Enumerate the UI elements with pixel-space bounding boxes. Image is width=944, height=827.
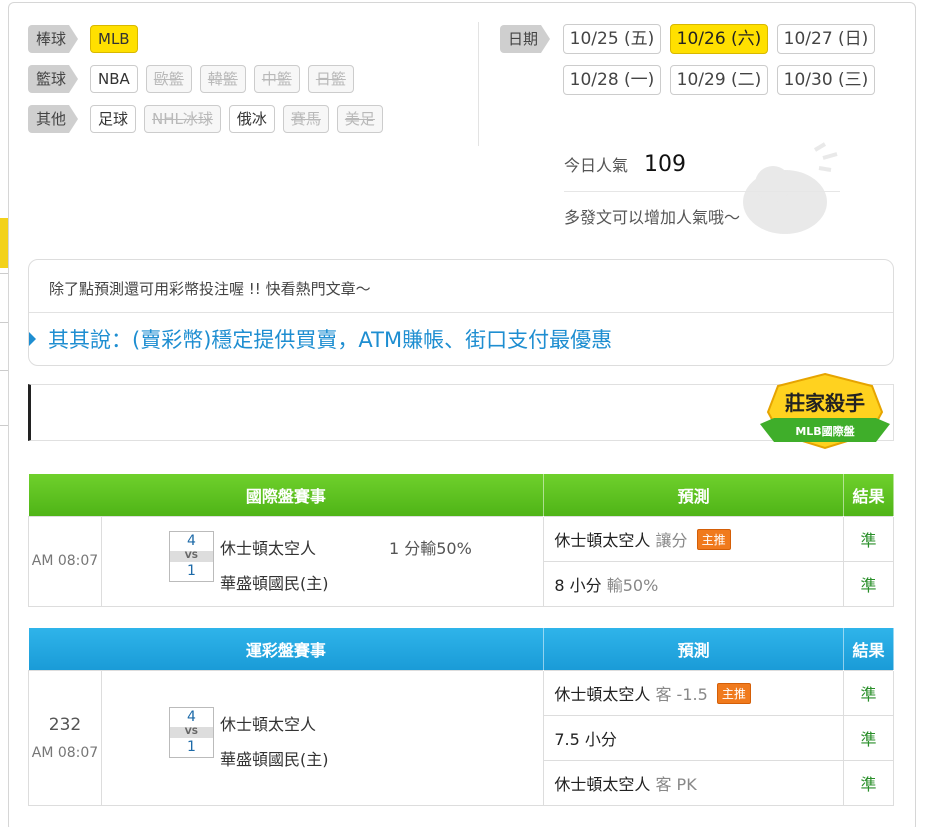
prediction-sub: 客 PK [655,774,697,794]
result-cell: 準 [843,714,894,761]
chip-korea-basketball: 韓籃 [199,65,246,93]
prediction-cell: 休士頓太空人 讓分 主推 [543,515,845,562]
prediction-sub: 讓分 [655,530,688,550]
col-header-prediction: 預測 [543,628,845,670]
col-header-result: 結果 [843,628,894,670]
dealer-killer-badge: 莊家殺手 MLB國際盤 [760,372,890,450]
edge-line [0,273,8,274]
vs-label: VS [169,726,213,738]
match-time: 232 AM 08:07 [28,669,102,806]
home-score: 1 [186,738,196,755]
category-row-basketball: 籃球 NBA 歐籃 韓籃 中籃 日籃 [28,65,362,93]
result-cell: 準 [843,759,894,806]
badge-subtitle: MLB國際盤 [795,424,855,438]
arrow-right-icon [29,332,36,346]
date-chip[interactable]: 10/29 (二) [670,65,768,95]
hot-article-link[interactable]: 其其說：(賣彩幣)穩定提供買賣，ATM賺帳、街口支付最優惠 [29,313,893,365]
prediction-main: 7.5 小分 [554,729,617,749]
recommend-tag: 主推 [696,528,731,550]
date-chip[interactable]: 10/30 (三) [777,65,875,95]
badge-title: 莊家殺手 [785,391,865,415]
date-chip[interactable]: 10/28 (一) [563,65,661,95]
prediction-main: 休士頓太空人 [554,530,651,550]
left-edge [0,0,16,827]
date-label-wrap: 日期 [500,25,562,53]
date-chip-selected[interactable]: 10/26 (六) [670,24,768,54]
chip-soccer[interactable]: 足球 [90,105,137,133]
table-header: 國際盤賽事 預測 結果 [28,474,894,516]
sport-lottery-table: 運彩盤賽事 預測 結果 232 AM 08:07 4 VS 1 休士頓太空人 華… [28,628,894,806]
date-chip[interactable]: 10/25 (五) [563,24,661,54]
intl-match-table: 國際盤賽事 預測 結果 AM 08:07 4 VS 1 休士頓太空人 華盛頓國民… [28,474,894,607]
chip-nba[interactable]: NBA [90,65,138,93]
edge-line [0,370,8,371]
table-header: 運彩盤賽事 預測 結果 [28,628,894,670]
match-cell: 4 VS 1 休士頓太空人 華盛頓國民(主) 1 分輸50% [100,515,545,607]
result-cell: 準 [843,669,894,716]
date-label: 日期 [500,25,550,53]
match-time-text: AM 08:07 [31,553,99,569]
scorebox: 4 VS 1 [168,706,214,758]
table-row: 232 AM 08:07 4 VS 1 休士頓太空人 華盛頓國民(主) 休士頓太… [28,669,894,806]
prediction-cell: 8 小分 輸50% [543,560,845,607]
popularity-panel: 今日人氣 109 多發文可以增加人氣哦～ [564,152,840,228]
prediction-cell: 休士頓太空人 客 -1.5 主推 [543,669,845,716]
chip-mlb[interactable]: MLB [90,25,138,53]
match-time-text: AM 08:07 [31,744,99,761]
chip-europe-basketball: 歐籃 [145,65,192,93]
col-header-match: 國際盤賽事 [28,474,545,516]
col-header-result: 結果 [843,474,894,516]
away-team[interactable]: 休士頓太空人 [220,711,316,735]
home-team[interactable]: 華盛頓國民(主) [220,746,329,770]
away-team[interactable]: 休士頓太空人 [220,535,316,559]
chip-russia-hockey[interactable]: 俄冰 [228,105,275,133]
away-score: 4 [186,532,196,549]
result-cell: 準 [843,515,894,562]
prediction-cell: 7.5 小分 [543,714,845,761]
prediction-main: 8 小分 [554,575,602,595]
date-chip[interactable]: 10/27 (日) [777,24,875,54]
popularity-hint: 多發文可以增加人氣哦～ [564,208,741,227]
category-row-baseball: 棒球 MLB [28,25,146,53]
category-label: 籃球 [28,65,78,93]
scorebox: 4 VS 1 [168,530,214,582]
prediction-cell: 休士頓太空人 客 PK [543,759,845,806]
popularity-label: 今日人氣 [564,156,629,175]
match-number: 232 [48,714,82,735]
match-time: AM 08:07 [28,515,102,607]
col-header-prediction: 預測 [543,474,845,516]
popularity-line: 今日人氣 109 [564,152,840,192]
category-label: 其他 [28,105,78,133]
category-label: 棒球 [28,25,78,53]
chip-japan-basketball: 日籃 [307,65,354,93]
prediction-sub: 客 -1.5 [655,684,708,704]
date-picker: 10/25 (五) 10/26 (六) 10/27 (日) 10/28 (一) … [563,24,875,95]
table-row: AM 08:07 4 VS 1 休士頓太空人 華盛頓國民(主) 1 分輸50% … [28,515,894,607]
home-team[interactable]: 華盛頓國民(主) [220,570,329,594]
hot-article-link-text: 其其說：(賣彩幣)穩定提供買賣，ATM賺帳、街口支付最優惠 [48,328,613,352]
prediction-sub: 輸50% [606,575,659,595]
col-header-match: 運彩盤賽事 [28,628,545,670]
edge-line [0,425,8,426]
vs-label: VS [169,550,213,562]
home-score: 1 [186,562,196,579]
chip-horse-racing: 賽馬 [282,105,329,133]
popularity-value: 109 [644,152,687,177]
recommend-tag: 主推 [716,682,751,704]
chip-american-football: 美足 [336,105,383,133]
category-row-other: 其他 足球 NHL冰球 俄冰 賽馬 美足 [28,105,391,133]
chip-china-basketball: 中籃 [253,65,300,93]
prediction-main: 休士頓太空人 [554,774,651,794]
match-cell: 4 VS 1 休士頓太空人 華盛頓國民(主) [100,669,545,806]
line-note: 1 分輸50% [388,538,472,558]
edge-line [0,322,8,323]
notice-box: 除了點預測還可用彩幣投注喔 !! 快看熱門文章～ 其其說：(賣彩幣)穩定提供買賣… [28,259,894,366]
result-cell: 準 [843,560,894,607]
divider [478,22,479,146]
prediction-main: 休士頓太空人 [554,684,651,704]
notice-text: 除了點預測還可用彩幣投注喔 !! 快看熱門文章～ [29,260,893,313]
chip-nhl: NHL冰球 [144,105,221,133]
away-score: 4 [186,708,196,725]
